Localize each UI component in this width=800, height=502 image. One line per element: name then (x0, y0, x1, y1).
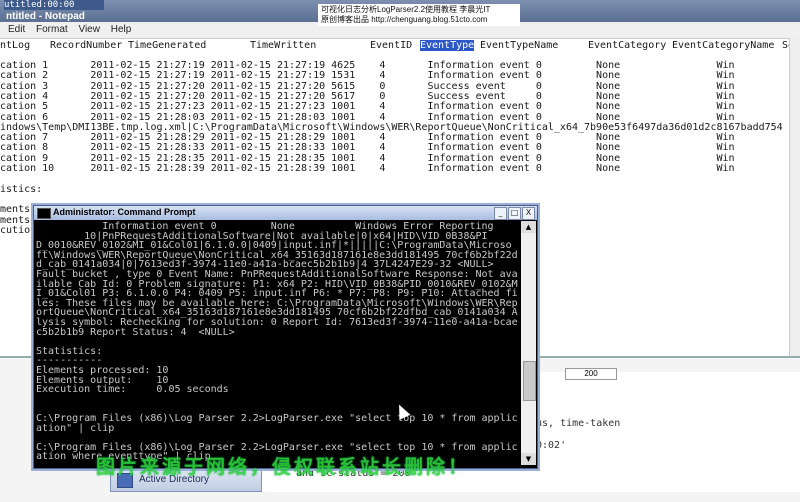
notepad-line: ication 10 2011-02-15 21:28:39 2011-02-1… (0, 163, 735, 174)
menu-help[interactable]: Help (111, 22, 132, 38)
notepad-line: tistics: (0, 183, 43, 195)
column-header: EventCategory (588, 40, 667, 51)
source-disclaimer-overlay: 图片来源于网络，侵权联系站长删除！ (96, 456, 471, 478)
notepad-path-text: utitled:00:00 Reports (4, 0, 104, 10)
menu-edit[interactable]: Edit (8, 22, 25, 38)
minimize-button[interactable]: _ (494, 207, 507, 220)
maximize-button[interactable]: □ (508, 207, 521, 220)
console-output[interactable]: Information event 0 None Windows Error R… (36, 221, 518, 466)
notepad-line: ication 6 2011-02-15 21:28:03 2011-02-15… (0, 111, 735, 123)
scroll-down-arrow-icon[interactable]: ▼ (521, 453, 536, 465)
command-prompt-title: Administrator: Command Prompt (53, 207, 196, 217)
console-vertical-scrollbar[interactable]: ▲ ▼ (521, 221, 536, 465)
notepad-line: ication 8 2011-02-15 21:28:33 2011-02-15… (0, 142, 735, 154)
column-header: TimeGenerated (128, 40, 207, 51)
menu-view[interactable]: View (78, 22, 100, 38)
background-text-fields: us, time-taken (536, 418, 621, 429)
scroll-up-arrow-icon[interactable]: ▲ (521, 221, 536, 233)
background-value-box: 200 (565, 368, 617, 380)
notepad-line: ements (0, 214, 31, 226)
column-header: EventCategoryName (672, 40, 775, 51)
column-header: EventTypeName (480, 40, 559, 51)
console-line: c5b2b1b9 Report Status: 4 <NULL> (36, 326, 235, 338)
console-line: ation" | clip (36, 422, 115, 434)
watermark-line-2: 原创博客出品 http://chenguang.blog.51cto.com (321, 15, 488, 24)
column-header: EventID (370, 40, 413, 51)
column-header: ntLog (0, 40, 31, 51)
notepad-line: ication 2 2011-02-15 21:27:19 2011-02-15… (0, 70, 735, 82)
column-header: RecordNumber (50, 40, 123, 51)
background-text-time: 0:02' (536, 440, 567, 451)
notepad-vertical-scrollbar[interactable] (789, 38, 800, 368)
console-line: Execution time: 0.05 seconds (36, 384, 229, 396)
tutorial-watermark: 可视化日志分析LogParser2.2使用教程 李晨光IT 原创博客出品 htt… (318, 4, 520, 26)
command-prompt-title-bar[interactable]: Administrator: Command Prompt _ □ X (34, 206, 537, 220)
scroll-thumb[interactable] (523, 361, 536, 401)
console-icon (37, 208, 51, 219)
watermark-line-1: 可视化日志分析LogParser2.2使用教程 李晨光IT (321, 5, 491, 14)
command-prompt-window[interactable]: Administrator: Command Prompt _ □ X Info… (33, 205, 538, 469)
notepad-title: ntitled - Notepad (6, 11, 85, 22)
menu-format[interactable]: Format (36, 22, 68, 38)
notepad-line: ication 5 2011-02-15 21:27:23 2011-02-15… (0, 101, 735, 113)
column-header: EventType (420, 40, 475, 51)
notepad-line: ecution (0, 224, 37, 236)
column-header: TimeWritten (250, 40, 317, 51)
close-button[interactable]: X (522, 207, 535, 220)
